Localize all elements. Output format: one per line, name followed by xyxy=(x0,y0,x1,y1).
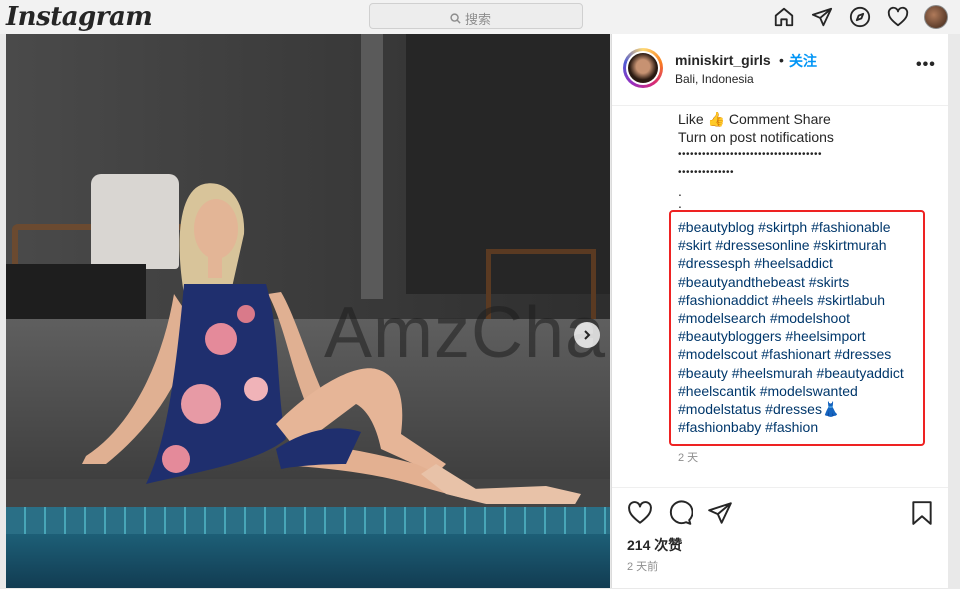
hashtag-line[interactable]: #modelstatus #dresses👗 xyxy=(678,400,904,418)
caption-line: •••••••••••••••••••••••••••••••••••• xyxy=(678,149,823,160)
separator-dot: • xyxy=(779,52,784,68)
search-placeholder: 搜索 xyxy=(465,12,492,27)
comment-icon[interactable] xyxy=(667,500,693,526)
caption-line: . xyxy=(678,183,682,199)
likes-count[interactable]: 214 次赞 xyxy=(627,535,682,555)
top-navigation-bar: Instagram 搜索 xyxy=(0,0,960,34)
home-icon[interactable] xyxy=(772,5,796,29)
post-side-panel: miniskirt_girls • 关注 Bali, Indonesia •••… xyxy=(611,34,948,588)
post-actions: 214 次赞 2 天前 xyxy=(612,487,948,589)
share-icon[interactable] xyxy=(707,500,733,526)
hashtag-line[interactable]: #skirt #dressesonline #skirtmurah xyxy=(678,236,904,254)
direct-icon[interactable] xyxy=(810,5,834,29)
author-username[interactable]: miniskirt_girls xyxy=(675,52,771,68)
hashtag-line[interactable]: #modelsearch #modelshoot xyxy=(678,309,904,327)
follow-button[interactable]: 关注 xyxy=(789,51,817,71)
bookmark-icon[interactable] xyxy=(910,500,934,526)
hashtag-line[interactable]: #beautyandthebeast #skirts xyxy=(678,273,904,291)
hashtag-line[interactable]: #fashionbaby #fashion xyxy=(678,418,904,436)
caption-line: . xyxy=(678,195,682,211)
heart-icon[interactable] xyxy=(627,500,653,526)
instagram-logo[interactable]: Instagram xyxy=(6,2,153,32)
hashtag-line[interactable]: #heelscantik #modelswanted xyxy=(678,382,904,400)
search-icon xyxy=(450,13,461,24)
hashtag-line[interactable]: #beauty #heelsmurah #beautyaddict xyxy=(678,364,904,382)
next-photo-button[interactable] xyxy=(574,322,600,348)
chevron-right-icon xyxy=(584,330,591,340)
heart-icon[interactable] xyxy=(886,5,910,29)
author-avatar[interactable] xyxy=(623,48,663,88)
hashtag-line[interactable]: #modelscout #fashionart #dresses xyxy=(678,345,904,363)
profile-avatar[interactable] xyxy=(924,5,948,29)
post-timestamp: 2 天前 xyxy=(627,561,659,573)
post-caption: Like 👍 Comment Share Turn on post notifi… xyxy=(678,110,928,211)
post-photo: AmzChart xyxy=(6,34,610,588)
explore-icon[interactable] xyxy=(848,5,872,29)
post-header: miniskirt_girls • 关注 Bali, Indonesia ••• xyxy=(612,34,948,106)
hashtag-line[interactable]: #beautybloggers #heelsimport xyxy=(678,327,904,345)
post-location[interactable]: Bali, Indonesia xyxy=(675,72,754,86)
caption-line: •••••••••••••• xyxy=(678,167,735,178)
hashtag-list: #beautyblog #skirtph #fashionable #skirt… xyxy=(678,218,904,436)
hashtag-line[interactable]: #dressesph #heelsaddict xyxy=(678,254,904,272)
hashtag-line[interactable]: #beautyblog #skirtph #fashionable xyxy=(678,218,904,236)
caption-line: Turn on post notifications xyxy=(678,129,834,145)
hashtag-line[interactable]: #fashionaddict #heels #skirtlabuh xyxy=(678,291,904,309)
caption-timestamp: 2 天 xyxy=(678,452,699,464)
watermark: AmzChart xyxy=(324,293,610,373)
caption-line: Like 👍 Comment Share xyxy=(678,111,831,127)
search-box[interactable]: 搜索 xyxy=(369,3,583,29)
more-options-icon[interactable]: ••• xyxy=(916,56,936,74)
